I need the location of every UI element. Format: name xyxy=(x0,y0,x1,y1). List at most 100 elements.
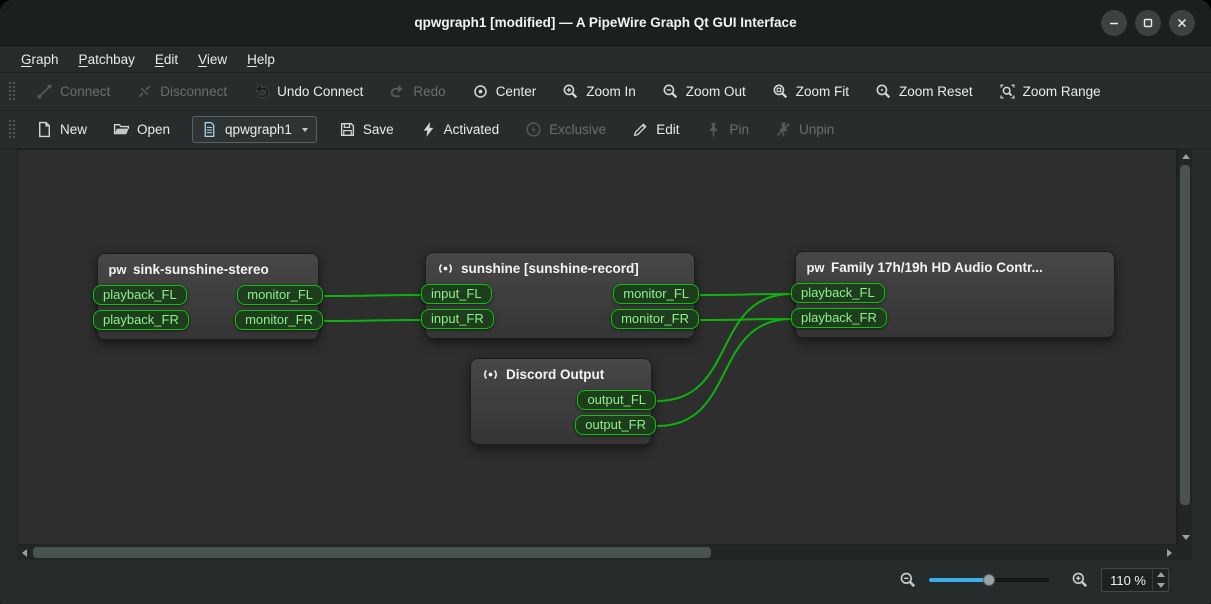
zoom-fit-button[interactable]: Zoom Fit xyxy=(764,78,857,105)
graph-node-sunshine[interactable]: sunshine [sunshine-record]input_FLinput_… xyxy=(425,252,695,339)
new-button[interactable]: New xyxy=(28,116,95,143)
toolbar-patchbay: New Open qpwgraph1 Save Activated Exclusive Ed… xyxy=(0,111,1211,149)
port-output[interactable]: monitor_FR xyxy=(611,309,699,329)
graph-canvas[interactable]: pwsink-sunshine-stereoplayback_FLplaybac… xyxy=(17,149,1177,545)
port-output[interactable]: output_FR xyxy=(575,415,656,435)
port-input[interactable]: input_FR xyxy=(421,309,494,329)
activated-button[interactable]: Activated xyxy=(412,116,508,143)
audio-device-icon xyxy=(437,260,454,277)
graph-node-discord[interactable]: Discord Outputoutput_FLoutput_FR xyxy=(470,358,652,445)
node-title: Discord Output xyxy=(506,367,604,382)
zoom-range-button[interactable]: Zoom Range xyxy=(991,78,1109,105)
title-bar[interactable]: qpwgraph1 [modified] — A PipeWire Graph … xyxy=(0,0,1211,46)
maximize-button[interactable] xyxy=(1135,10,1161,36)
close-icon xyxy=(1174,15,1190,31)
maximize-icon xyxy=(1140,15,1156,31)
port-output[interactable]: monitor_FR xyxy=(235,310,323,330)
spin-down-button[interactable] xyxy=(1153,580,1168,591)
edit-icon xyxy=(632,121,649,138)
center-button[interactable]: Center xyxy=(464,78,545,105)
pin-icon xyxy=(705,121,722,138)
spin-up-button[interactable] xyxy=(1153,569,1168,580)
graph-node-sink[interactable]: pwsink-sunshine-stereoplayback_FLplaybac… xyxy=(97,253,319,340)
toolbar-drag-handle[interactable] xyxy=(8,81,15,102)
minimize-icon xyxy=(1106,15,1122,31)
undo-icon xyxy=(253,83,270,100)
scroll-right-button[interactable] xyxy=(1162,545,1177,560)
port-input[interactable]: playback_FR xyxy=(93,310,189,330)
port-input[interactable]: playback_FL xyxy=(791,283,885,303)
file-icon xyxy=(201,121,218,138)
zoom-out-icon xyxy=(662,83,679,100)
app-window: qpwgraph1 [modified] — A PipeWire Graph … xyxy=(0,0,1211,604)
zoom-out-icon[interactable] xyxy=(899,571,917,589)
activated-icon xyxy=(420,121,437,138)
vertical-scrollbar[interactable] xyxy=(1177,149,1192,545)
menu-patchbay[interactable]: Patchbay xyxy=(70,49,144,70)
window-title: qpwgraph1 [modified] — A PipeWire Graph … xyxy=(0,15,1211,30)
menu-edit[interactable]: Edit xyxy=(146,49,187,70)
connect-button[interactable]: Connect xyxy=(28,78,118,105)
disconnect-icon xyxy=(136,83,153,100)
horizontal-scroll-track[interactable] xyxy=(32,545,1162,560)
exclusive-icon xyxy=(525,121,542,138)
zoom-in-button[interactable]: Zoom In xyxy=(554,78,644,105)
node-title: sink-sunshine-stereo xyxy=(133,262,269,277)
zoom-slider[interactable] xyxy=(929,572,1049,588)
zoom-in-icon[interactable] xyxy=(1071,571,1089,589)
connection-wire[interactable] xyxy=(324,320,422,321)
port-input[interactable]: playback_FL xyxy=(93,285,187,305)
new-icon xyxy=(36,121,53,138)
scroll-down-button[interactable] xyxy=(1178,530,1193,545)
node-title: sunshine [sunshine-record] xyxy=(461,261,639,276)
horizontal-scrollbar[interactable] xyxy=(17,545,1177,560)
undo-connect-button[interactable]: Undo Connect xyxy=(245,78,371,105)
zoom-reset-button[interactable]: Zoom Reset xyxy=(867,78,981,105)
patchbay-select[interactable]: qpwgraph1 xyxy=(192,116,317,143)
zoom-value[interactable]: 110 % xyxy=(1102,569,1152,591)
zoom-slider-thumb[interactable] xyxy=(983,574,995,586)
redo-button[interactable]: Redo xyxy=(381,78,453,105)
horizontal-scroll-handle[interactable] xyxy=(33,547,711,558)
redo-icon xyxy=(389,83,406,100)
zoom-out-button[interactable]: Zoom Out xyxy=(654,78,754,105)
edit-button[interactable]: Edit xyxy=(624,116,687,143)
window-controls xyxy=(1101,10,1195,36)
port-output[interactable]: monitor_FL xyxy=(237,285,323,305)
port-input[interactable]: input_FL xyxy=(421,284,492,304)
graph-node-family[interactable]: pwFamily 17h/19h HD Audio Contr...playba… xyxy=(795,251,1115,338)
scroll-up-button[interactable] xyxy=(1178,149,1193,164)
status-bar: 110 % xyxy=(0,560,1211,604)
pipewire-icon: pw xyxy=(807,259,824,276)
unpin-button[interactable]: Unpin xyxy=(767,116,842,143)
toolbar-drag-handle[interactable] xyxy=(8,119,15,140)
exclusive-button[interactable]: Exclusive xyxy=(517,116,614,143)
minimize-button[interactable] xyxy=(1101,10,1127,36)
scroll-left-button[interactable] xyxy=(17,545,32,560)
port-output[interactable]: output_FL xyxy=(577,390,656,410)
pipewire-icon: pw xyxy=(109,261,126,278)
vertical-scroll-handle[interactable] xyxy=(1180,165,1190,505)
menu-graph[interactable]: Graph xyxy=(12,49,68,70)
save-icon xyxy=(339,121,356,138)
connection-wire[interactable] xyxy=(324,295,422,296)
connections-layer xyxy=(18,150,1176,544)
menu-bar: GraphPatchbayEditViewHelp xyxy=(0,46,1211,73)
menu-view[interactable]: View xyxy=(189,49,236,70)
scrollbar-corner xyxy=(1177,545,1192,560)
node-title: Family 17h/19h HD Audio Contr... xyxy=(831,260,1043,275)
pin-button[interactable]: Pin xyxy=(697,116,757,143)
open-button[interactable]: Open xyxy=(105,116,178,143)
toolbar-graph: Connect Disconnect Undo Connect Redo Center Z… xyxy=(0,73,1211,111)
zoom-fit-icon xyxy=(772,83,789,100)
spin-buttons xyxy=(1152,569,1168,591)
save-button[interactable]: Save xyxy=(331,116,402,143)
unpin-icon xyxy=(775,121,792,138)
disconnect-button[interactable]: Disconnect xyxy=(128,78,235,105)
zoom-spinbox[interactable]: 110 % xyxy=(1101,568,1169,592)
port-input[interactable]: playback_FR xyxy=(791,308,887,328)
menu-help[interactable]: Help xyxy=(238,49,284,70)
vertical-scroll-track[interactable] xyxy=(1178,164,1192,530)
close-button[interactable] xyxy=(1169,10,1195,36)
port-output[interactable]: monitor_FL xyxy=(613,284,699,304)
